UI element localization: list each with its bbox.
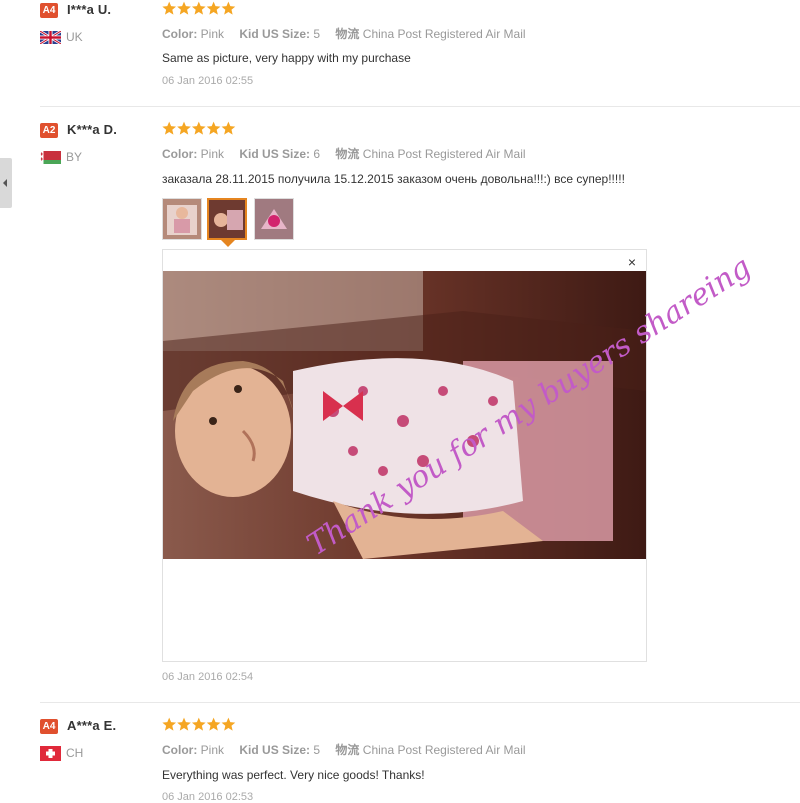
review-divider bbox=[40, 106, 800, 107]
order-attributes: Color: Pink Kid US Size: 5 物流 China Post… bbox=[162, 25, 526, 42]
size-value: 5 bbox=[313, 743, 321, 757]
shipping-label: 物流 bbox=[335, 27, 360, 41]
thumbnail-pointer bbox=[221, 240, 235, 247]
review-date: 06 Jan 2016 02:55 bbox=[162, 75, 254, 87]
star-icon bbox=[221, 1, 236, 15]
rating-stars bbox=[162, 717, 236, 732]
review-date: 06 Jan 2016 02:54 bbox=[162, 671, 254, 683]
buyer-level-badge: A4 bbox=[40, 3, 58, 18]
buyer-name: K***a D. bbox=[67, 122, 118, 137]
color-value: Pink bbox=[200, 27, 225, 41]
color-label: Color: bbox=[162, 147, 198, 161]
photo-viewer: × bbox=[162, 249, 647, 662]
review-photo[interactable] bbox=[163, 271, 646, 559]
color-label: Color: bbox=[162, 743, 198, 757]
photo-thumbnail[interactable] bbox=[254, 198, 294, 240]
star-icon bbox=[191, 121, 206, 135]
size-label: Kid US Size: bbox=[239, 743, 311, 757]
shipping-value: China Post Registered Air Mail bbox=[362, 743, 526, 757]
star-icon bbox=[177, 121, 191, 135]
flag-ch-icon bbox=[40, 746, 61, 761]
star-icon bbox=[221, 121, 236, 135]
shipping-value: China Post Registered Air Mail bbox=[362, 147, 526, 161]
color-value: Pink bbox=[200, 147, 225, 161]
buyer-country: UK bbox=[66, 30, 83, 44]
size-value: 5 bbox=[313, 27, 321, 41]
photo-thumbnail[interactable] bbox=[162, 198, 202, 240]
shipping-label: 物流 bbox=[335, 743, 360, 757]
star-icon bbox=[206, 121, 221, 135]
review-text: заказала 28.11.2015 получила 15.12.2015 … bbox=[162, 172, 625, 186]
review-date: 06 Jan 2016 02:53 bbox=[162, 791, 254, 803]
star-icon bbox=[191, 717, 206, 731]
size-label: Kid US Size: bbox=[239, 27, 311, 41]
rating-stars bbox=[162, 121, 236, 136]
color-value: Pink bbox=[200, 743, 225, 757]
order-attributes: Color: Pink Kid US Size: 5 物流 China Post… bbox=[162, 741, 526, 758]
star-icon bbox=[221, 717, 236, 731]
buyer-level-badge: A2 bbox=[40, 123, 58, 138]
shipping-value: China Post Registered Air Mail bbox=[362, 27, 526, 41]
star-icon bbox=[206, 717, 221, 731]
buyer-name: I***a U. bbox=[67, 2, 112, 17]
shipping-label: 物流 bbox=[335, 147, 360, 161]
star-icon bbox=[162, 1, 177, 15]
size-label: Kid US Size: bbox=[239, 147, 311, 161]
flag-uk-icon bbox=[39, 29, 62, 46]
size-value: 6 bbox=[313, 147, 321, 161]
review-divider bbox=[40, 702, 800, 703]
buyer-name: A***a E. bbox=[67, 718, 117, 733]
caret-left-icon bbox=[3, 179, 7, 187]
star-icon bbox=[191, 1, 206, 15]
rating-stars bbox=[162, 1, 236, 16]
review-text: Same as picture, very happy with my purc… bbox=[162, 51, 411, 65]
flag-by-icon bbox=[40, 151, 61, 164]
star-icon bbox=[162, 121, 177, 135]
star-icon bbox=[177, 717, 191, 731]
photo-thumbnail-active[interactable] bbox=[207, 198, 247, 240]
buyer-level-badge: A4 bbox=[40, 719, 58, 734]
star-icon bbox=[206, 1, 221, 15]
buyer-country: CH bbox=[66, 746, 84, 760]
star-icon bbox=[177, 1, 191, 15]
star-icon bbox=[162, 717, 177, 731]
review-text: Everything was perfect. Very nice goods!… bbox=[162, 768, 425, 782]
close-icon[interactable]: × bbox=[628, 254, 636, 270]
collapse-sidebar-tab[interactable] bbox=[0, 158, 12, 208]
buyer-country: BY bbox=[66, 150, 83, 164]
order-attributes: Color: Pink Kid US Size: 6 物流 China Post… bbox=[162, 145, 526, 162]
color-label: Color: bbox=[162, 27, 198, 41]
